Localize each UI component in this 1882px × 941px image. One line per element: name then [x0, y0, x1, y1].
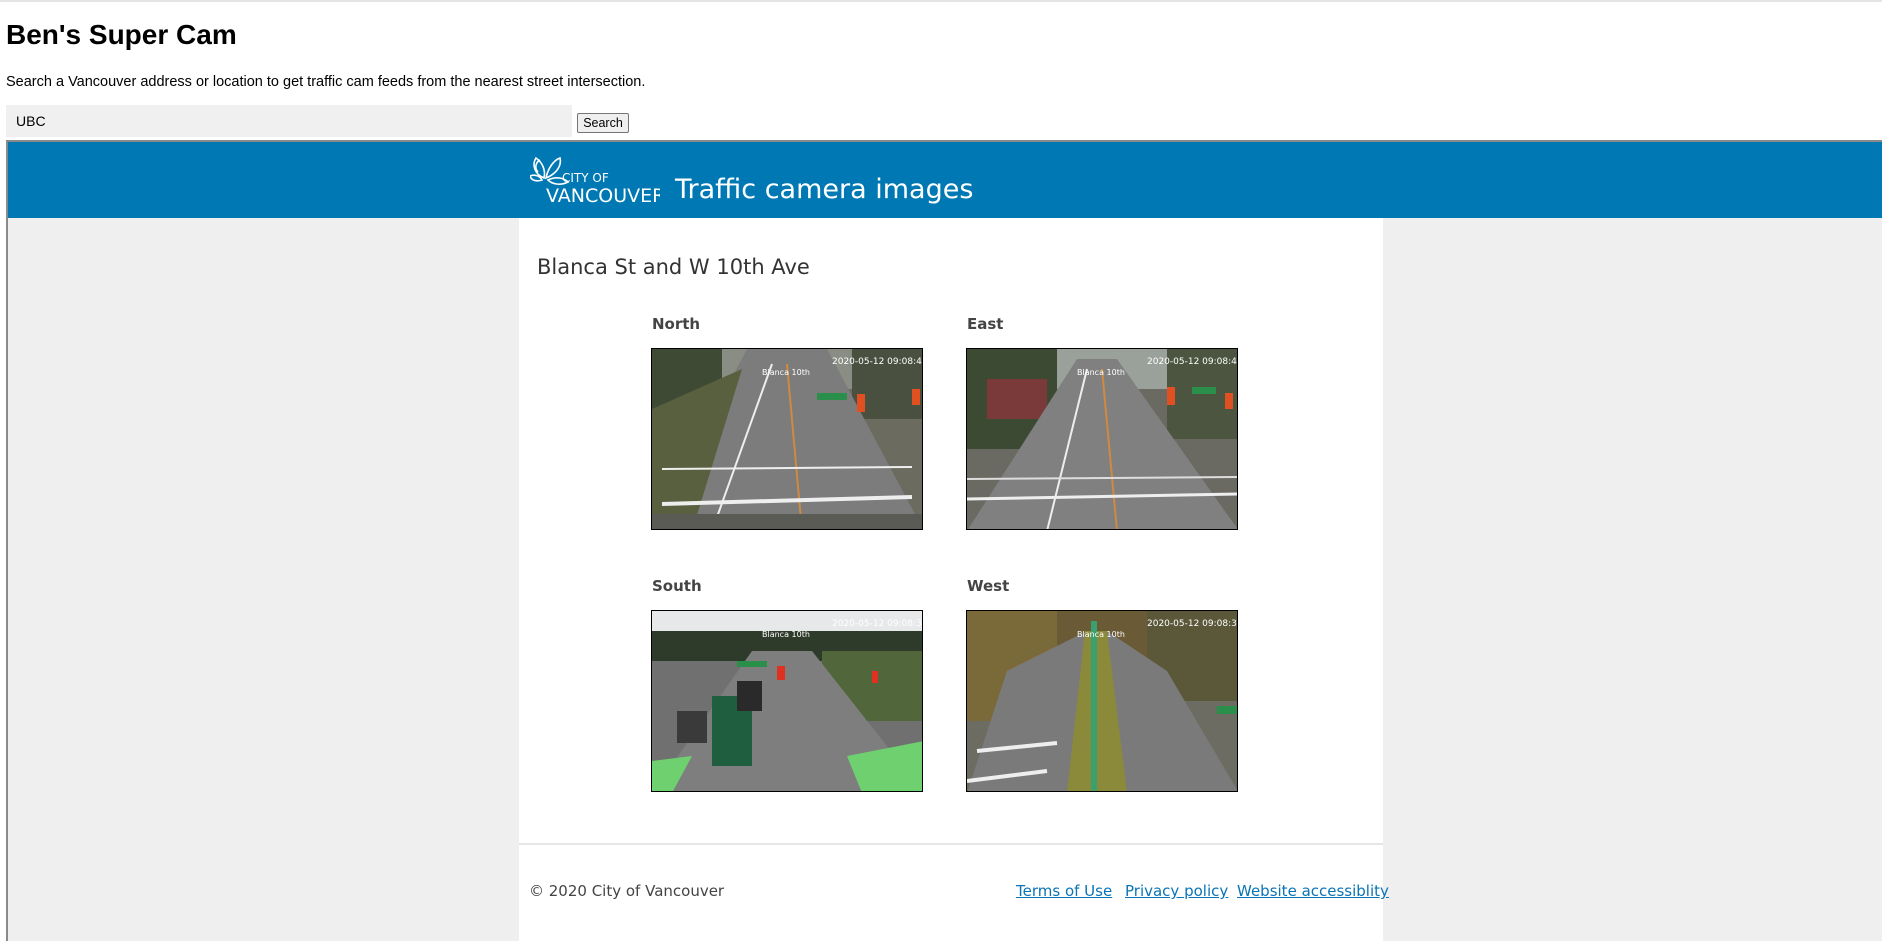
copyright-text: © 2020 City of Vancouver — [529, 882, 725, 900]
intersection-title: Blanca St and W 10th Ave — [537, 255, 810, 279]
website-accessibility-link[interactable]: Website accessiblity — [1237, 882, 1389, 900]
flower-logo-icon: CITY OF VANCOUVER — [529, 156, 665, 207]
west-timestamp: 2020-05-12 09:08:38 — [1147, 619, 1238, 629]
east-timestamp: 2020-05-12 09:08:40 — [1147, 357, 1238, 367]
north-camera-image[interactable]: 2020-05-12 09:08:42 Blanca 10th — [651, 348, 923, 530]
east-camera-image[interactable]: 2020-05-12 09:08:40 Blanca 10th — [966, 348, 1238, 530]
south-camera-image[interactable]: 2020-05-12 09:08:33 Blanca 10th — [651, 610, 923, 792]
header-title: Traffic camera images — [675, 174, 974, 205]
south-timestamp: 2020-05-12 09:08:33 — [832, 619, 923, 629]
terms-of-use-link[interactable]: Terms of Use — [1016, 882, 1112, 900]
east-location: Blanca 10th — [1077, 368, 1125, 377]
camera-content: Blanca St and W 10th Ave North 2020-05-1… — [519, 218, 1389, 941]
search-input[interactable] — [6, 105, 572, 137]
logo-line2: VANCOUVER — [546, 185, 660, 207]
app-title: Ben's Super Cam — [6, 19, 237, 50]
west-camera-image[interactable]: 2020-05-12 09:08:38 Blanca 10th — [966, 610, 1238, 792]
camera-label-east: East — [967, 315, 1004, 333]
app-description: Search a Vancouver address or location t… — [6, 74, 646, 90]
camera-label-north: North — [652, 315, 701, 333]
west-location: Blanca 10th — [1077, 630, 1125, 639]
camera-label-south: South — [652, 577, 702, 595]
city-of-vancouver-logo[interactable]: CITY OF VANCOUVER — [529, 152, 665, 208]
privacy-policy-link[interactable]: Privacy policy — [1125, 882, 1228, 900]
footer-divider — [519, 843, 1383, 845]
search-button[interactable]: Search — [577, 113, 629, 133]
camera-label-west: West — [967, 577, 1010, 595]
south-location: Blanca 10th — [762, 630, 810, 639]
traffic-camera-embed[interactable]: CITY OF VANCOUVER Traffic camera images … — [6, 140, 1882, 941]
top-border — [0, 0, 1882, 2]
north-timestamp: 2020-05-12 09:08:42 — [832, 357, 923, 367]
logo-line1: CITY OF — [562, 171, 609, 185]
cov-header: CITY OF VANCOUVER Traffic camera images — [8, 142, 1882, 218]
north-location: Blanca 10th — [762, 368, 810, 377]
